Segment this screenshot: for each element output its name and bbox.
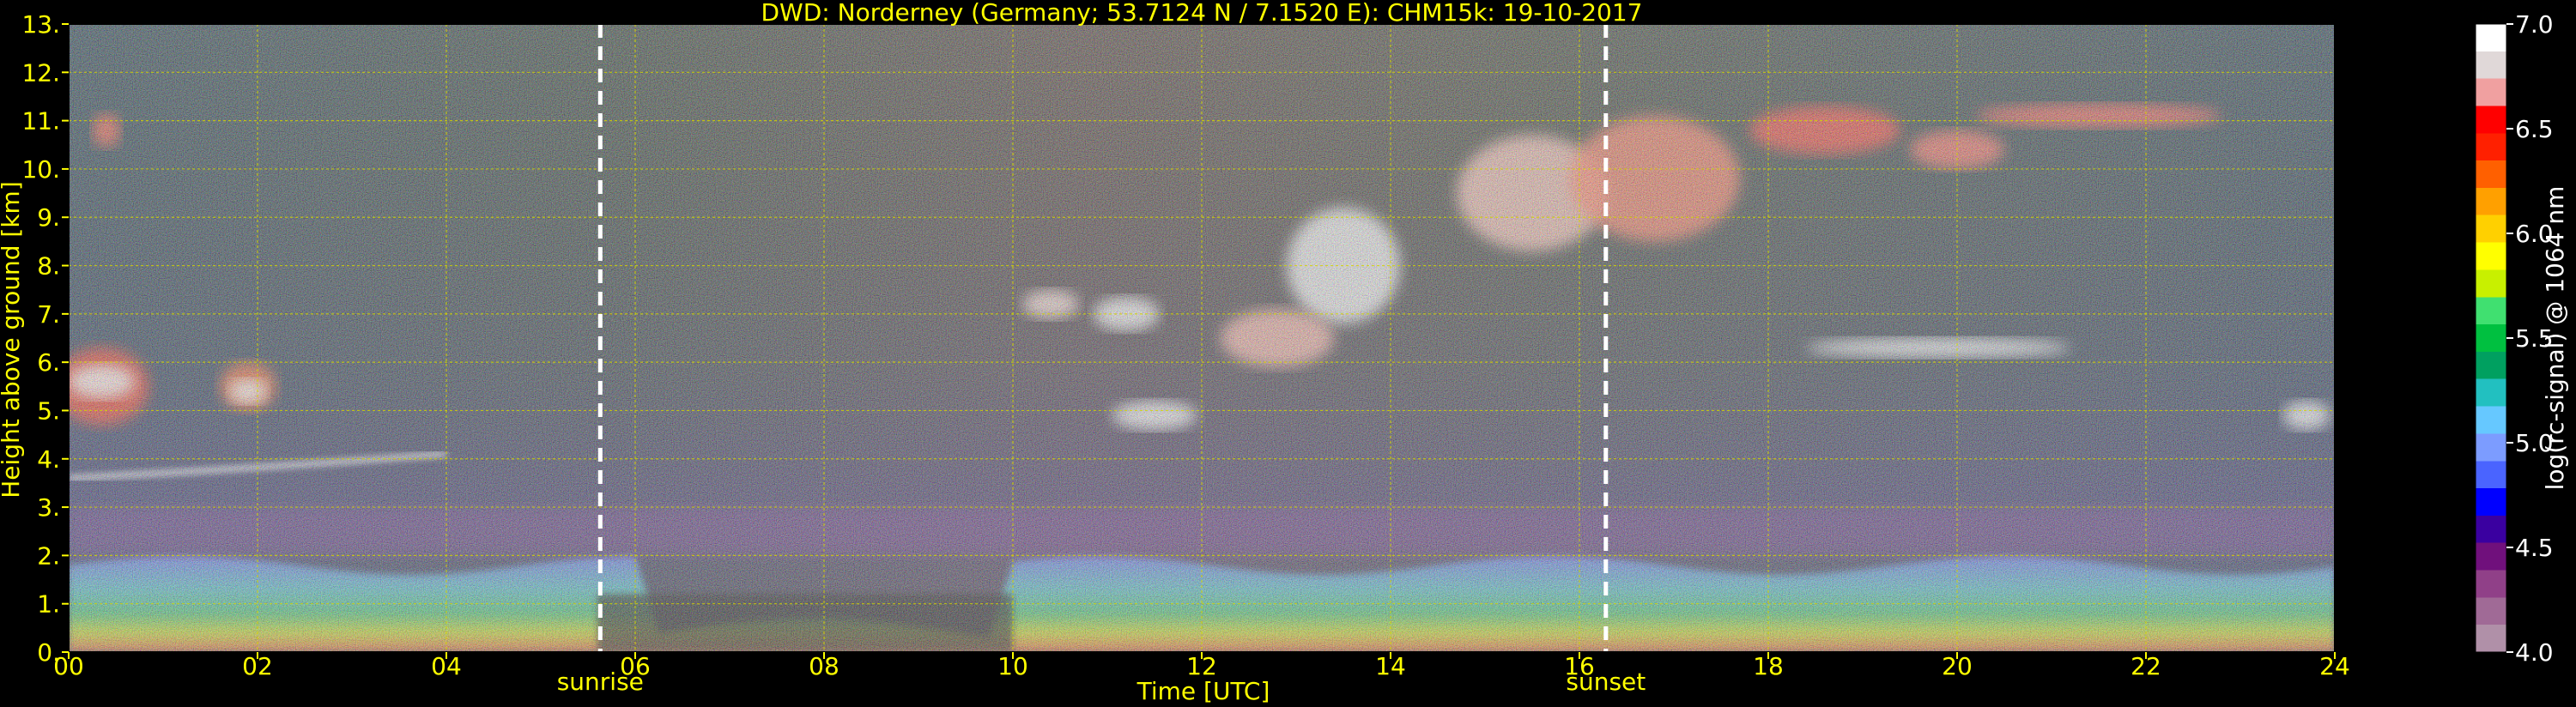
y-tick-label: 2. <box>37 541 60 570</box>
x-tick-label: 20 <box>1942 652 1973 680</box>
plot-area <box>69 24 2335 652</box>
y-tick-label: 9. <box>37 203 60 232</box>
x-tick-label: 22 <box>2131 652 2161 680</box>
x-tick-label: 06 <box>620 652 651 680</box>
y-tick-label: 4. <box>37 445 60 474</box>
colorbar-gradient <box>2475 23 2507 653</box>
y-tick-label: 5. <box>37 396 60 425</box>
y-tick-label: 7. <box>37 300 60 329</box>
x-axis-label: Time [UTC] <box>1136 677 1270 705</box>
y-tick-label: 12. <box>21 58 60 87</box>
x-tick-label: 24 <box>2319 652 2350 680</box>
x-tick-label: 18 <box>1753 652 1784 680</box>
x-tick-label: 02 <box>242 652 273 680</box>
colorbar-tick-label: 4.5 <box>2515 534 2554 562</box>
x-tick-label: 10 <box>997 652 1028 680</box>
y-tick-label: 10. <box>21 155 60 184</box>
y-tick-label: 8. <box>37 252 60 281</box>
y-tick-label: 11. <box>21 107 60 136</box>
y-tick-label: 1. <box>37 590 60 619</box>
x-tick-label: 08 <box>809 652 839 680</box>
heatmap-chart: sunrise sunset 00 02 04 06 08 10 12 14 16 18 20 22 24… <box>0 0 2569 705</box>
colorbar-tick-label: 4.0 <box>2515 638 2554 667</box>
y-axis-label: Height above ground [km] <box>0 181 25 499</box>
y-tick-label: 6. <box>37 348 60 377</box>
y-tick-label: 0. <box>37 638 60 667</box>
colorbar: 4.04.55.05.56.06.57.0 log(rc-signal) @ 1… <box>2475 10 2569 667</box>
colorbar-tick-label: 7.0 <box>2515 10 2554 39</box>
lidar-quicklook: sunrise sunset 00 02 04 06 08 10 12 14 16 18 20 22 24… <box>0 0 2576 707</box>
x-tick-label: 14 <box>1375 652 1406 680</box>
y-tick-label: 13. <box>21 10 60 39</box>
colorbar-label: log(rc-signal) @ 1064 nm <box>2541 186 2569 491</box>
x-tick-label: 16 <box>1564 652 1595 680</box>
chart-title: DWD: Norderney (Germany; 53.7124 N / 7.1… <box>761 0 1642 27</box>
colorbar-tick-label: 6.5 <box>2515 115 2554 143</box>
x-tick-label: 04 <box>431 652 462 680</box>
y-tick-label: 3. <box>37 493 60 522</box>
